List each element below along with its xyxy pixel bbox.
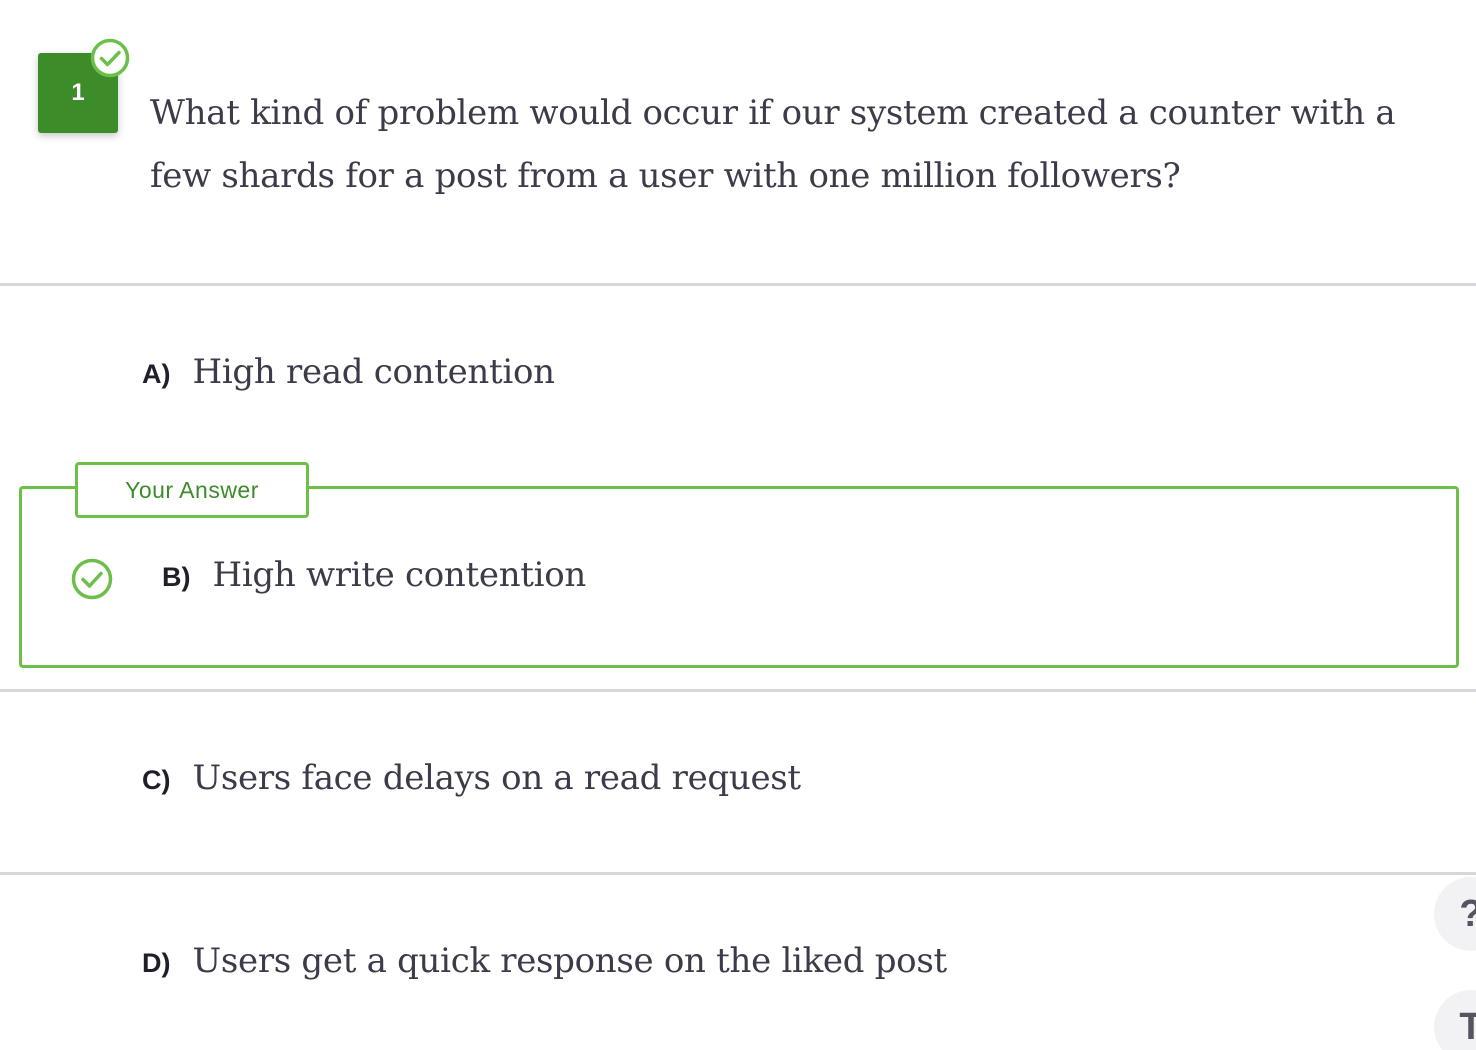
your-answer-tag: Your Answer <box>75 462 309 518</box>
option-b[interactable]: B) High write contention <box>162 555 586 595</box>
option-c[interactable]: C) Users face delays on a read request <box>142 758 801 798</box>
question-number: 1 <box>71 79 85 106</box>
option-a[interactable]: A) High read contention <box>142 352 555 392</box>
option-text: High read contention <box>192 352 556 392</box>
option-d[interactable]: D) Users get a quick response on the lik… <box>142 941 947 981</box>
option-letter: A) <box>142 359 171 389</box>
question-text: What kind of problem would occur if our … <box>150 93 1396 196</box>
divider <box>0 689 1476 692</box>
divider <box>0 872 1476 875</box>
option-text: High write contention <box>212 555 587 595</box>
check-circle-icon <box>90 38 130 78</box>
option-text: Users get a quick response on the liked … <box>192 941 948 981</box>
option-letter: D) <box>142 948 171 978</box>
option-text: Users face delays on a read request <box>192 758 802 798</box>
text-tool-button[interactable]: T <box>1434 990 1476 1050</box>
check-circle-icon <box>71 558 113 600</box>
divider <box>0 283 1476 286</box>
option-letter: C) <box>142 765 171 795</box>
help-icon: ? <box>1459 893 1476 936</box>
help-button[interactable]: ? <box>1434 877 1476 951</box>
text-icon: T <box>1459 1005 1476 1048</box>
option-letter: B) <box>162 562 191 592</box>
